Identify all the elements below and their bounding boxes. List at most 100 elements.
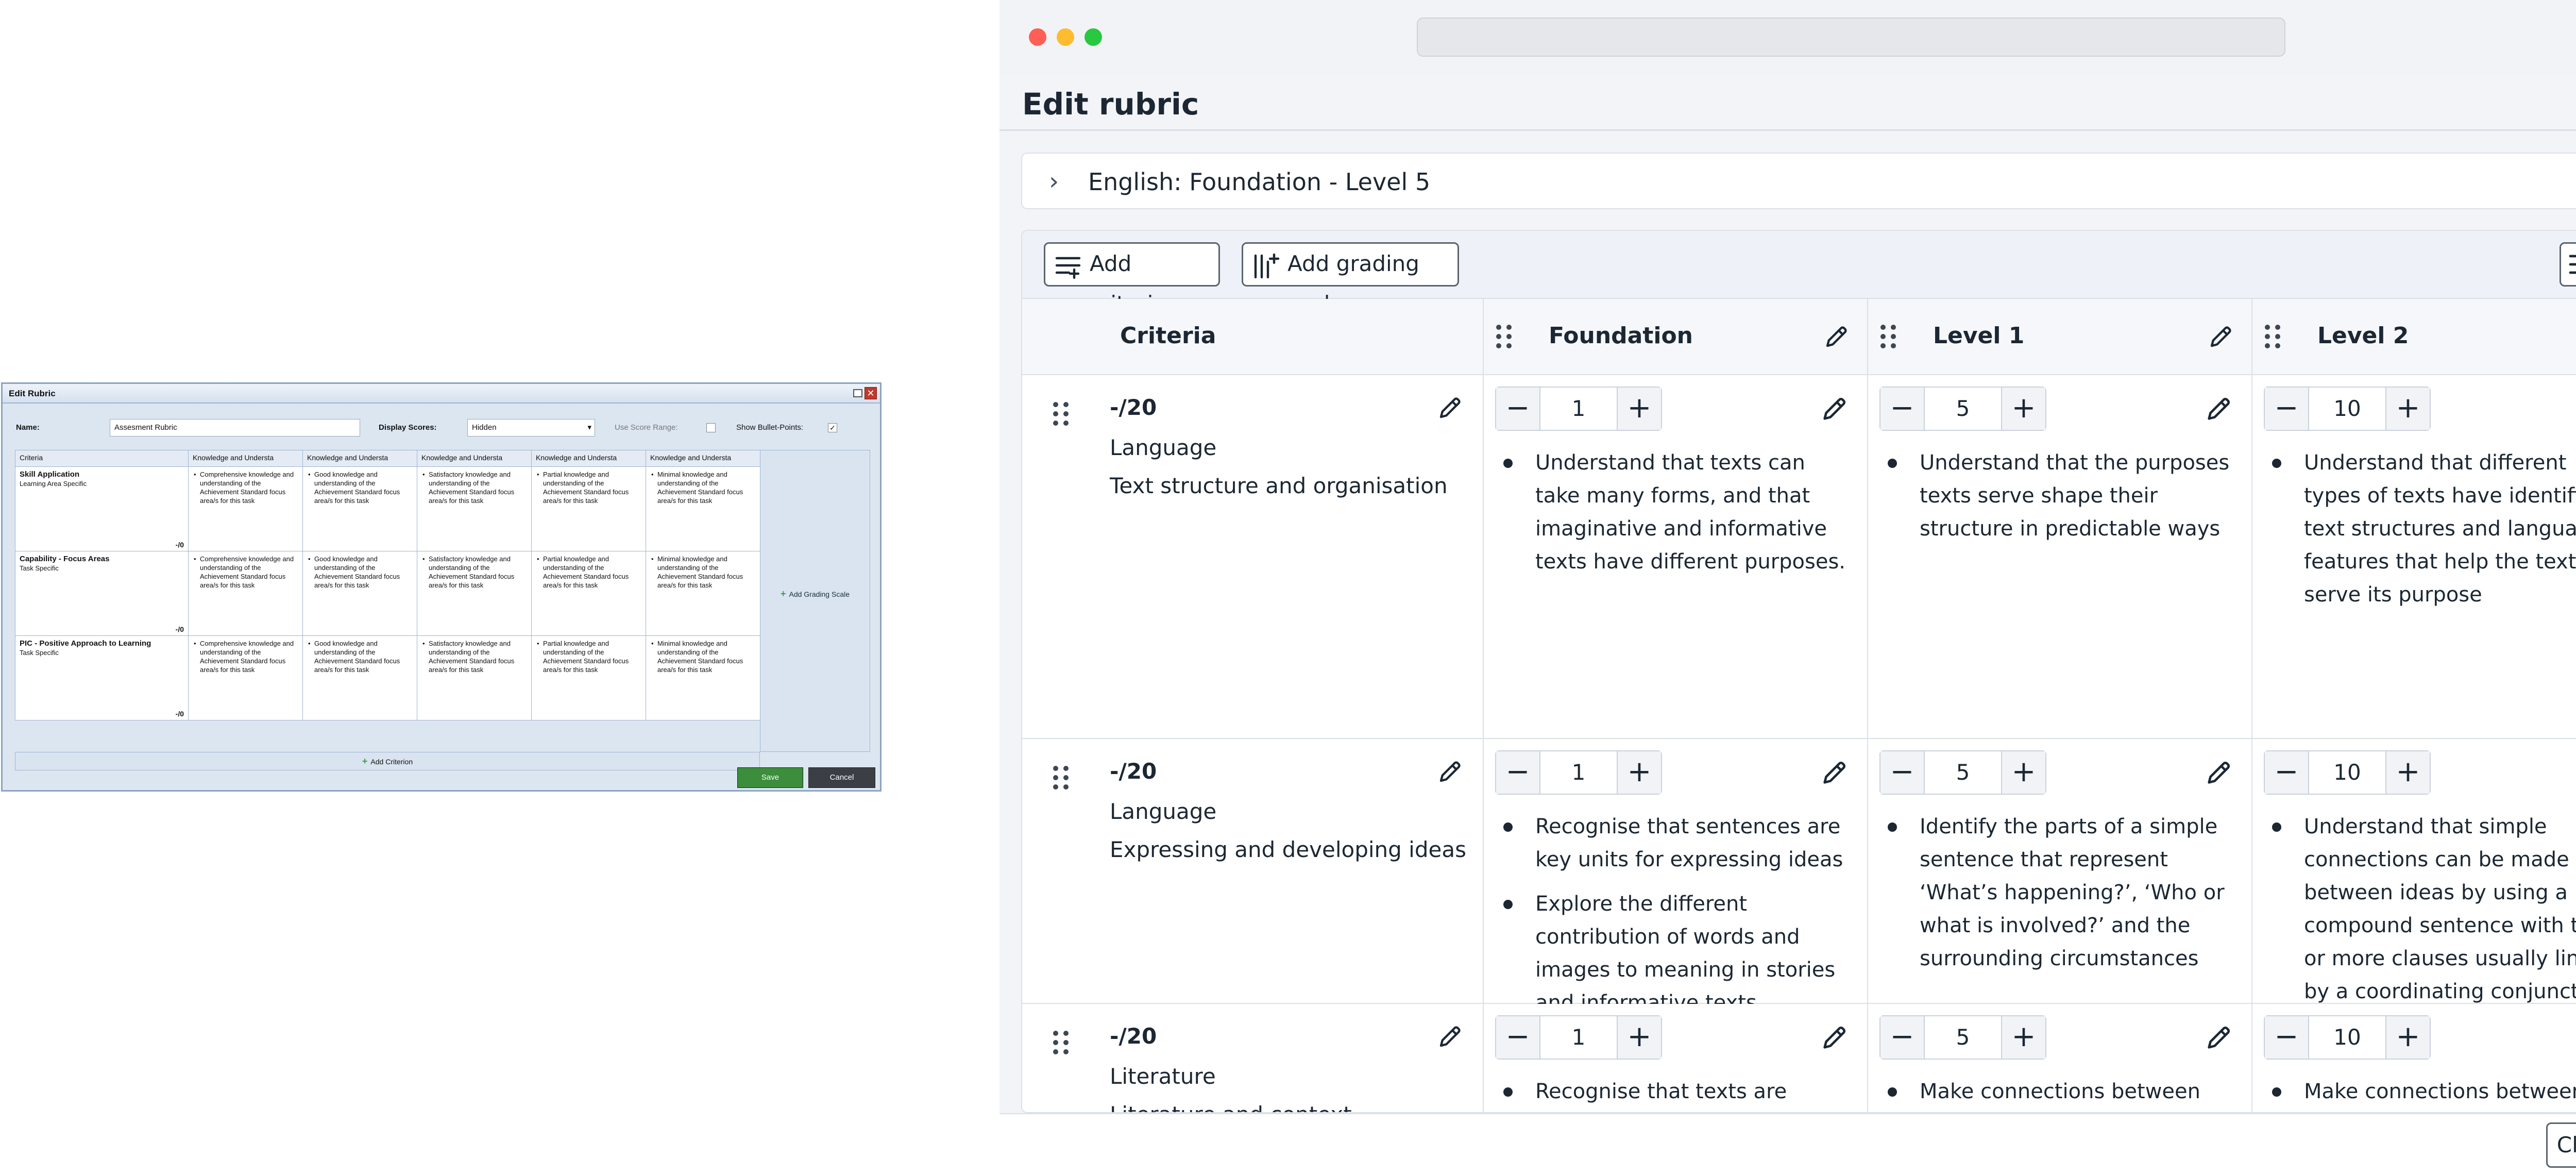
score-value-input[interactable]: 1 xyxy=(1540,388,1617,430)
show-bullets-checkbox[interactable]: ✓ xyxy=(828,423,837,432)
legacy-level-text: Satisfactory knowledge and understanding… xyxy=(421,639,527,674)
add-criterion-button[interactable]: Add criterion xyxy=(1044,242,1220,316)
level-header-foundation: Foundation xyxy=(1484,299,1868,375)
score-value-input[interactable]: 1 xyxy=(1540,1016,1617,1059)
pencil-icon[interactable] xyxy=(1820,758,1850,790)
legacy-criterion-score: -/0 xyxy=(175,710,184,718)
decrement-button[interactable]: − xyxy=(1496,388,1540,430)
increment-button[interactable]: + xyxy=(2001,751,2045,794)
zoom-window-dot[interactable] xyxy=(1084,28,1102,46)
decrement-button[interactable]: − xyxy=(1880,751,1925,794)
pencil-icon[interactable] xyxy=(2207,323,2235,352)
legacy-col-level[interactable]: Knowledge and Understa xyxy=(188,450,303,467)
score-value-input[interactable]: 5 xyxy=(1925,1016,2001,1059)
drag-handle-icon[interactable] xyxy=(1053,402,1069,426)
legacy-level-cell[interactable]: Satisfactory knowledge and understanding… xyxy=(417,635,532,720)
legacy-level-cell[interactable]: Satisfactory knowledge and understanding… xyxy=(417,466,532,551)
legacy-level-text: Minimal knowledge and understanding of t… xyxy=(650,555,756,590)
drag-handle-icon[interactable] xyxy=(2265,325,2280,348)
legacy-level-cell[interactable]: Satisfactory knowledge and understanding… xyxy=(417,551,532,636)
display-scores-select[interactable]: Hidden ▾ xyxy=(467,419,595,437)
pencil-icon[interactable] xyxy=(1820,394,1850,426)
decrement-button[interactable]: − xyxy=(1496,1016,1540,1059)
pencil-icon[interactable] xyxy=(2204,1022,2234,1054)
grid-header: Criteria Foundation Level 1 Level 2 xyxy=(1022,299,2576,375)
drag-handle-icon[interactable] xyxy=(1053,1031,1069,1054)
increment-button[interactable]: + xyxy=(1617,388,1661,430)
decrement-button[interactable]: − xyxy=(1880,1016,1925,1059)
legacy-level-cell[interactable]: Good knowledge and understanding of the … xyxy=(302,635,417,720)
add-grading-scale-wrap: + Add Grading Scale xyxy=(760,589,870,599)
legacy-level-cell[interactable]: Partial knowledge and understanding of t… xyxy=(531,466,646,551)
menu-button[interactable] xyxy=(2560,242,2576,287)
close-button[interactable]: Close xyxy=(2546,1122,2576,1168)
pencil-icon[interactable] xyxy=(2204,758,2234,790)
address-bar[interactable] xyxy=(1417,18,2285,57)
maximize-icon[interactable] xyxy=(853,389,862,397)
table-row: Capability - Focus Areas Task Specific -… xyxy=(15,551,760,636)
legacy-level-cell[interactable]: Minimal knowledge and understanding of t… xyxy=(646,466,760,551)
legacy-criterion-cell[interactable]: Skill Application Learning Area Specific… xyxy=(15,466,189,551)
add-criterion-button[interactable]: + Add Criterion xyxy=(15,752,760,770)
pencil-icon[interactable] xyxy=(2204,394,2234,426)
legacy-level-cell[interactable]: Comprehensive knowledge and understandin… xyxy=(188,635,303,720)
decrement-button[interactable]: − xyxy=(2265,1016,2309,1059)
drag-handle-icon[interactable] xyxy=(1880,325,1896,348)
legacy-col-level[interactable]: Knowledge and Understa xyxy=(646,450,760,467)
decrement-button[interactable]: − xyxy=(2265,751,2309,794)
legacy-level-cell[interactable]: Comprehensive knowledge and understandin… xyxy=(188,551,303,636)
increment-button[interactable]: + xyxy=(1617,1016,1661,1059)
legacy-close-icon[interactable]: ✕ xyxy=(865,387,877,399)
pencil-icon[interactable] xyxy=(1436,1022,1464,1052)
use-score-range-checkbox[interactable] xyxy=(706,423,716,432)
increment-button[interactable]: + xyxy=(2001,1016,2045,1059)
increment-button[interactable]: + xyxy=(2385,751,2430,794)
score-value-input[interactable]: 1 xyxy=(1540,751,1617,794)
drag-handle-icon[interactable] xyxy=(1496,325,1512,348)
plus-icon: + xyxy=(362,756,368,766)
pencil-icon[interactable] xyxy=(1820,1022,1850,1054)
decrement-button[interactable]: − xyxy=(1496,751,1540,794)
close-window-dot[interactable] xyxy=(1029,28,1046,46)
pencil-icon[interactable] xyxy=(1436,758,1464,787)
legacy-criterion-cell[interactable]: Capability - Focus Areas Task Specific -… xyxy=(15,551,189,636)
legacy-level-cell[interactable]: Minimal knowledge and understanding of t… xyxy=(646,551,760,636)
legacy-col-level[interactable]: Knowledge and Understa xyxy=(417,450,532,467)
add-grading-scale-button[interactable]: + Add Grading Scale xyxy=(760,450,870,752)
increment-button[interactable]: + xyxy=(2385,1016,2430,1059)
score-value-input[interactable]: 10 xyxy=(2309,751,2385,794)
display-scores-value: Hidden xyxy=(472,423,497,432)
pencil-icon[interactable] xyxy=(1436,394,1464,424)
legacy-col-level[interactable]: Knowledge and Understa xyxy=(531,450,646,467)
save-button[interactable]: Save xyxy=(737,767,803,788)
legacy-level-cell[interactable]: Partial knowledge and understanding of t… xyxy=(531,635,646,720)
legacy-level-text: Minimal knowledge and understanding of t… xyxy=(650,639,756,674)
legacy-level-cell[interactable]: Minimal knowledge and understanding of t… xyxy=(646,635,760,720)
increment-button[interactable]: + xyxy=(2001,388,2045,430)
legacy-criterion-cell[interactable]: PIC - Positive Approach to Learning Task… xyxy=(15,635,189,720)
drag-handle-icon[interactable] xyxy=(1053,766,1069,790)
cancel-button[interactable]: Cancel xyxy=(808,767,875,788)
legacy-level-cell[interactable]: Good knowledge and understanding of the … xyxy=(302,551,417,636)
legacy-level-cell[interactable]: Good knowledge and understanding of the … xyxy=(302,466,417,551)
legacy-level-cell[interactable]: Partial knowledge and understanding of t… xyxy=(531,551,646,636)
legacy-rubric-grid: Criteria Knowledge and Understa Knowledg… xyxy=(15,450,760,720)
increment-button[interactable]: + xyxy=(2385,388,2430,430)
increment-button[interactable]: + xyxy=(1617,751,1661,794)
score-value-input[interactable]: 5 xyxy=(1925,388,2001,430)
list-item: Make connections between the ways differ… xyxy=(1888,1075,2239,1112)
decrement-button[interactable]: − xyxy=(1880,388,1925,430)
legacy-level-text: Partial knowledge and understanding of t… xyxy=(536,470,641,505)
chevron-right-icon[interactable]: › xyxy=(1049,167,1059,196)
name-input[interactable]: Assesment Rubric xyxy=(110,419,360,437)
score-value-input[interactable]: 10 xyxy=(2309,1016,2385,1059)
add-grading-scale-button[interactable]: Add grading scale xyxy=(1242,242,1459,316)
score-value-input[interactable]: 5 xyxy=(1925,751,2001,794)
legacy-level-cell[interactable]: Comprehensive knowledge and understandin… xyxy=(188,466,303,551)
subject-bar[interactable]: › English: Foundation - Level 5 xyxy=(1021,153,2576,209)
legacy-col-level[interactable]: Knowledge and Understa xyxy=(302,450,417,467)
score-value-input[interactable]: 10 xyxy=(2309,388,2385,430)
decrement-button[interactable]: − xyxy=(2265,388,2309,430)
minimize-window-dot[interactable] xyxy=(1057,28,1074,46)
pencil-icon[interactable] xyxy=(1823,323,1851,352)
